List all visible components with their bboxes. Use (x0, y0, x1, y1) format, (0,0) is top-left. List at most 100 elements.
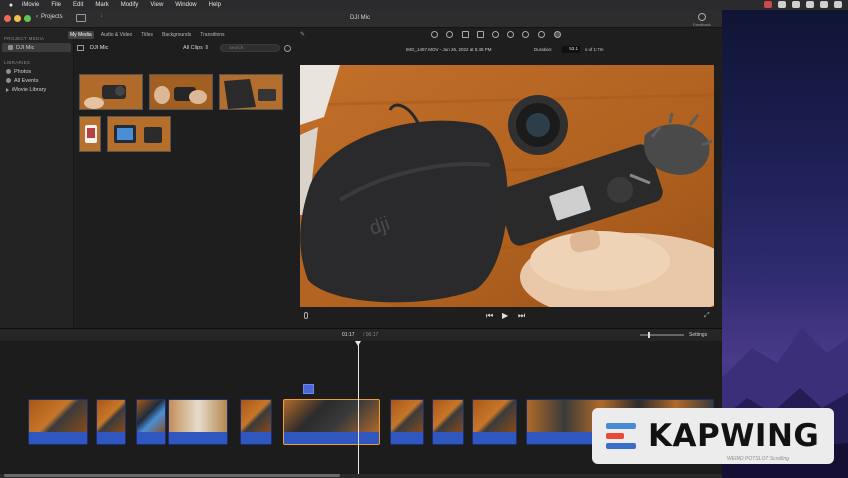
menu-mark[interactable]: Mark (95, 2, 108, 8)
timeline-clip-selected[interactable] (283, 399, 380, 445)
disclosure-icon[interactable] (6, 87, 9, 92)
sidebar-item-label: DJI Mic (16, 44, 35, 51)
flag-icon[interactable] (764, 1, 772, 8)
watermark-subtext: WEIRD POTSLOT Scrolling (727, 456, 789, 462)
zoom-button[interactable] (24, 15, 31, 22)
close-button[interactable] (4, 15, 11, 22)
audio-waveform (473, 432, 516, 444)
media-thumbnail[interactable] (79, 74, 143, 110)
window-toolbar: ‹ Projects ↓ DJI Mic Feedback (0, 10, 722, 28)
menu-help[interactable]: Help (209, 2, 221, 8)
filter-value: All Clips (183, 45, 203, 51)
menu-imovie[interactable]: iMovie (22, 2, 39, 8)
search-input[interactable]: Search (220, 44, 280, 52)
skip-forward-icon[interactable]: ⏭ (518, 311, 525, 321)
timeline-settings-button[interactable]: Settings (689, 332, 707, 338)
feedback-icon (697, 13, 706, 21)
search-icon[interactable] (820, 1, 828, 8)
timeline-clip[interactable] (28, 399, 88, 445)
audio-waveform (169, 432, 227, 444)
info-icon[interactable] (554, 31, 561, 38)
stabilization-icon[interactable] (477, 31, 484, 38)
sidebar-item-label: Photos (14, 68, 32, 75)
sidebar-item-photos[interactable]: Photos (0, 67, 73, 76)
media-thumbnail[interactable] (149, 74, 213, 110)
apple-icon[interactable]: ● (0, 2, 22, 9)
download-icon[interactable]: ↓ (100, 13, 110, 21)
fullscreen-icon[interactable]: ⤢ (704, 312, 710, 320)
projects-button[interactable]: ‹ Projects (36, 14, 63, 20)
timeline-clip[interactable] (96, 399, 126, 445)
color-correction-icon[interactable] (446, 31, 453, 38)
sidebar-item-imovie-library[interactable]: iMovie Library (0, 85, 73, 94)
magic-wand-icon[interactable]: ✎ (300, 31, 305, 38)
tab-backgrounds[interactable]: Backgrounds (160, 31, 193, 39)
menu-view[interactable]: View (150, 2, 163, 8)
timeline-clip[interactable] (240, 399, 272, 445)
playhead[interactable] (358, 341, 359, 478)
browser-title: DJI Mic (90, 45, 109, 51)
menu-bar: ● iMovie File Edit Mark Modify View Wind… (0, 0, 848, 10)
noise-reduction-icon[interactable] (507, 31, 514, 38)
clip-filter-icon[interactable] (538, 31, 545, 38)
menu-modify[interactable]: Modify (121, 2, 139, 8)
audio-waveform (433, 432, 463, 444)
clip-frames (433, 400, 463, 434)
tab-transitions[interactable]: Transitions (198, 31, 226, 39)
menu-file[interactable]: File (51, 2, 61, 8)
speed-icon[interactable] (522, 31, 529, 38)
import-icon[interactable] (76, 14, 86, 22)
clip-filter-select[interactable]: All Clips ⇕ (183, 45, 209, 51)
voiceover-mic-icon[interactable] (304, 312, 308, 319)
control-center-icon[interactable] (834, 1, 842, 8)
media-thumbnail[interactable] (79, 116, 101, 152)
video-frame: dji (300, 65, 714, 307)
timeline-scrollbar[interactable] (0, 474, 722, 478)
feedback-button[interactable]: Feedback (693, 13, 711, 27)
clip-frames (169, 400, 227, 434)
tab-my-media[interactable]: My Media (68, 31, 94, 39)
chevron-left-icon: ‹ (36, 14, 38, 20)
kapwing-watermark: KAPWING (592, 408, 834, 464)
sidebar-item-dji-mic[interactable]: DJI Mic (2, 43, 71, 52)
duration-field[interactable]: 53.1 (562, 46, 580, 53)
sidebar-toggle-icon[interactable] (77, 45, 84, 51)
camera-icon[interactable] (792, 1, 800, 8)
minimize-button[interactable] (14, 15, 21, 22)
zoom-slider-knob[interactable] (648, 332, 650, 338)
media-thumbnail[interactable] (107, 116, 171, 152)
clock-icon[interactable] (778, 1, 786, 8)
project-icon (8, 45, 13, 50)
media-thumbnail[interactable] (219, 74, 283, 110)
thumbnail-image (220, 75, 282, 109)
timeline-clip[interactable] (390, 399, 424, 445)
audio-waveform (137, 432, 165, 444)
menu-window[interactable]: Window (175, 2, 196, 8)
libraries-header: LIBRARIES (4, 60, 31, 65)
tab-audio-video[interactable]: Audio & Video (99, 31, 135, 39)
volume-icon[interactable] (492, 31, 499, 38)
tab-titles[interactable]: Titles (139, 31, 155, 39)
timeline-clip[interactable] (432, 399, 464, 445)
audio-waveform (29, 432, 87, 444)
sidebar-item-all-events[interactable]: All Events (0, 76, 73, 85)
color-balance-icon[interactable] (431, 31, 438, 38)
crop-icon[interactable] (462, 31, 469, 38)
timeline-clip[interactable] (168, 399, 228, 445)
gear-icon[interactable] (284, 45, 291, 52)
timeline-clip[interactable] (136, 399, 166, 445)
skip-back-icon[interactable]: ⏮ (486, 311, 493, 321)
play-button[interactable]: ▶ (502, 311, 508, 320)
video-preview[interactable]: dji (300, 65, 714, 307)
clip-frames (241, 400, 271, 434)
zoom-slider[interactable] (640, 332, 684, 338)
display-icon[interactable] (806, 1, 814, 8)
connected-clip-marker[interactable] (303, 384, 314, 394)
timeline-clip[interactable] (472, 399, 517, 445)
feedback-label: Feedback (693, 22, 711, 27)
clip-frames (473, 400, 516, 434)
scrollbar-thumb[interactable] (4, 474, 340, 477)
events-icon (6, 78, 11, 83)
duration-label: Duration: (534, 47, 553, 52)
menu-edit[interactable]: Edit (73, 2, 83, 8)
